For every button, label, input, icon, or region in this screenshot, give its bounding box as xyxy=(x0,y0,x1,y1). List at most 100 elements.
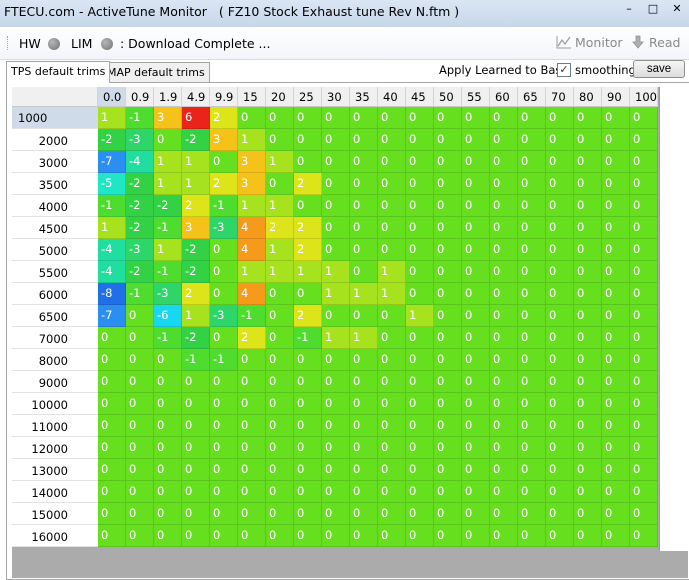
table-cell[interactable]: 0 xyxy=(378,525,406,547)
table-cell[interactable]: 0 xyxy=(490,327,518,349)
table-cell[interactable]: 0 xyxy=(210,239,238,261)
table-cell[interactable]: 0 xyxy=(434,195,462,217)
table-cell[interactable]: 0 xyxy=(630,525,658,547)
table-cell[interactable]: 0 xyxy=(294,129,322,151)
table-cell[interactable]: 0 xyxy=(434,261,462,283)
table-cell[interactable]: 1 xyxy=(322,327,350,349)
table-cell[interactable]: -2 xyxy=(182,239,210,261)
table-cell[interactable]: 0 xyxy=(574,481,602,503)
table-cell[interactable]: 0 xyxy=(378,349,406,371)
table-cell[interactable]: 0 xyxy=(434,151,462,173)
table-cell[interactable]: 0 xyxy=(266,437,294,459)
table-cell[interactable]: 0 xyxy=(378,437,406,459)
table-cell[interactable]: 0 xyxy=(154,481,182,503)
table-cell[interactable]: 0 xyxy=(490,151,518,173)
table-cell[interactable]: -1 xyxy=(154,327,182,349)
table-cell[interactable]: -2 xyxy=(182,261,210,283)
table-cell[interactable]: 0 xyxy=(266,481,294,503)
table-cell[interactable]: 0 xyxy=(546,481,574,503)
table-cell[interactable]: 0 xyxy=(266,371,294,393)
row-header[interactable]: 6000 xyxy=(12,283,98,305)
table-cell[interactable]: 0 xyxy=(266,283,294,305)
column-header[interactable]: 100 xyxy=(630,87,658,107)
table-cell[interactable]: 0 xyxy=(210,151,238,173)
table-cell[interactable]: 0 xyxy=(210,283,238,305)
table-cell[interactable]: 0 xyxy=(602,283,630,305)
table-cell[interactable]: 0 xyxy=(546,459,574,481)
table-cell[interactable]: 4 xyxy=(238,239,266,261)
table-cell[interactable]: 0 xyxy=(406,371,434,393)
table-cell[interactable]: 0 xyxy=(350,129,378,151)
table-cell[interactable]: 0 xyxy=(294,437,322,459)
table-cell[interactable]: 0 xyxy=(574,151,602,173)
table-cell[interactable]: 0 xyxy=(294,349,322,371)
table-cell[interactable]: 0 xyxy=(182,525,210,547)
table-cell[interactable]: 0 xyxy=(350,393,378,415)
table-cell[interactable]: 0 xyxy=(546,217,574,239)
table-cell[interactable]: 2 xyxy=(210,173,238,195)
table-cell[interactable]: 0 xyxy=(406,195,434,217)
table-cell[interactable]: 1 xyxy=(182,305,210,327)
table-cell[interactable]: 0 xyxy=(406,349,434,371)
table-cell[interactable]: 0 xyxy=(602,459,630,481)
table-cell[interactable]: 0 xyxy=(546,327,574,349)
table-cell[interactable]: 0 xyxy=(574,305,602,327)
table-cell[interactable]: 0 xyxy=(546,393,574,415)
table-cell[interactable]: 3 xyxy=(238,151,266,173)
column-header[interactable]: 45 xyxy=(406,87,434,107)
table-cell[interactable]: 0 xyxy=(490,481,518,503)
table-cell[interactable]: 0 xyxy=(126,503,154,525)
table-cell[interactable]: 0 xyxy=(546,173,574,195)
table-cell[interactable]: 0 xyxy=(462,371,490,393)
table-cell[interactable]: 0 xyxy=(322,195,350,217)
table-cell[interactable]: 0 xyxy=(266,349,294,371)
table-cell[interactable]: 0 xyxy=(630,261,658,283)
table-cell[interactable]: 0 xyxy=(630,239,658,261)
table-cell[interactable]: 0 xyxy=(518,327,546,349)
table-cell[interactable]: 0 xyxy=(462,415,490,437)
table-cell[interactable]: 0 xyxy=(490,283,518,305)
table-cell[interactable]: 0 xyxy=(98,503,126,525)
table-cell[interactable]: 0 xyxy=(490,305,518,327)
table-cell[interactable]: -1 xyxy=(210,195,238,217)
table-cell[interactable]: 0 xyxy=(602,393,630,415)
table-cell[interactable]: 0 xyxy=(406,173,434,195)
table-cell[interactable]: 0 xyxy=(182,393,210,415)
table-cell[interactable]: 0 xyxy=(378,239,406,261)
table-cell[interactable]: 1 xyxy=(266,239,294,261)
table-cell[interactable]: 2 xyxy=(182,195,210,217)
table-cell[interactable]: 0 xyxy=(630,195,658,217)
table-cell[interactable]: 0 xyxy=(126,437,154,459)
table-cell[interactable]: 0 xyxy=(294,415,322,437)
table-cell[interactable]: 0 xyxy=(98,459,126,481)
table-cell[interactable]: 0 xyxy=(322,415,350,437)
table-cell[interactable]: 0 xyxy=(462,327,490,349)
row-header[interactable]: 15000 xyxy=(12,503,98,525)
table-cell[interactable]: 0 xyxy=(378,217,406,239)
table-cell[interactable]: 0 xyxy=(434,107,462,129)
table-cell[interactable]: 1 xyxy=(322,283,350,305)
table-cell[interactable]: 1 xyxy=(350,327,378,349)
table-cell[interactable]: 0 xyxy=(210,393,238,415)
table-cell[interactable]: 0 xyxy=(546,437,574,459)
row-header[interactable]: 4500 xyxy=(12,217,98,239)
table-cell[interactable]: 0 xyxy=(126,327,154,349)
table-cell[interactable]: 0 xyxy=(630,459,658,481)
table-cell[interactable]: -3 xyxy=(210,217,238,239)
table-cell[interactable]: 0 xyxy=(630,173,658,195)
table-cell[interactable]: -4 xyxy=(98,239,126,261)
table-cell[interactable]: 0 xyxy=(574,349,602,371)
table-cell[interactable]: 0 xyxy=(518,437,546,459)
table-cell[interactable]: 0 xyxy=(322,173,350,195)
table-cell[interactable]: 0 xyxy=(434,371,462,393)
table-cell[interactable]: 2 xyxy=(238,327,266,349)
table-cell[interactable]: 0 xyxy=(406,437,434,459)
table-cell[interactable]: 1 xyxy=(154,239,182,261)
table-cell[interactable]: 0 xyxy=(294,371,322,393)
table-cell[interactable]: 2 xyxy=(210,107,238,129)
table-cell[interactable]: 0 xyxy=(350,217,378,239)
row-header[interactable]: 2000 xyxy=(12,129,98,151)
table-cell[interactable]: 0 xyxy=(294,525,322,547)
table-cell[interactable]: 1 xyxy=(350,283,378,305)
table-cell[interactable]: 0 xyxy=(406,415,434,437)
